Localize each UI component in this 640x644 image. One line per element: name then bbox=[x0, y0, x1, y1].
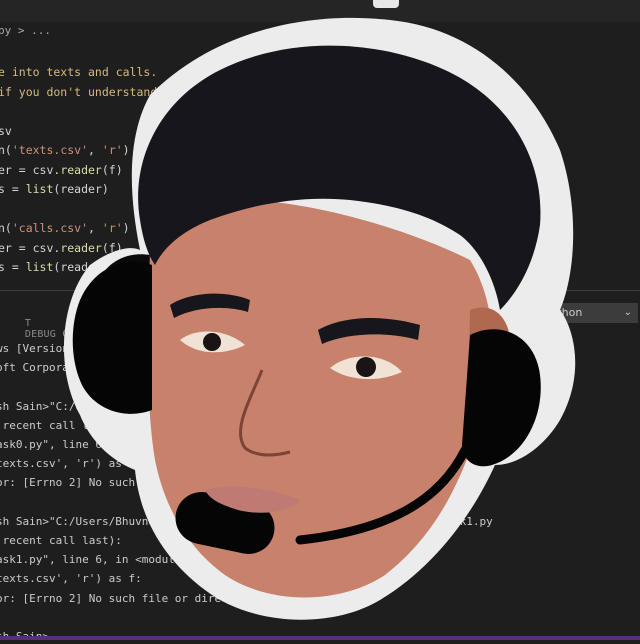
pupil-left bbox=[203, 333, 221, 351]
pupil-right bbox=[356, 357, 376, 377]
cartoon-face-with-headset-icon bbox=[63, 17, 576, 620]
